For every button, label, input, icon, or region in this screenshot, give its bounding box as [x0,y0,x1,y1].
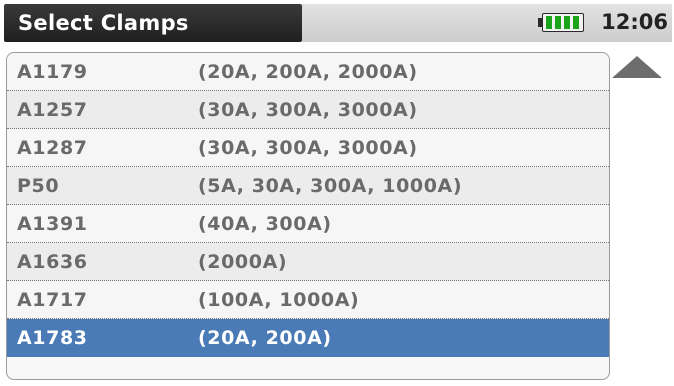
triangle-up-icon[interactable] [612,56,662,78]
battery-cell [564,16,570,29]
clamp-list-item[interactable]: A1636 (2000A) [7,243,609,281]
clamp-model: A1717 [17,289,88,311]
clamp-list-item[interactable]: A1717 (100A, 1000A) [7,281,609,319]
status-area: 12:06 [302,4,672,42]
battery-icon [538,13,586,32]
clamp-list-item[interactable]: A1391 (40A, 300A) [7,205,609,243]
clamp-ranges: (2000A) [198,251,288,273]
clamp-ranges: (20A, 200A, 2000A) [198,61,418,83]
battery-cell [573,16,579,29]
battery-cell [546,16,552,29]
clamp-ranges: (30A, 300A, 3000A) [198,99,418,121]
clamp-list-item-selected[interactable]: A1783 (20A, 200A) [7,319,609,357]
clamp-list-item[interactable]: A1287 (30A, 300A, 3000A) [7,129,609,167]
clamp-model: A1287 [17,137,88,159]
clamp-list[interactable]: A1179 (20A, 200A, 2000A) A1257 (30A, 300… [6,52,610,380]
clamp-ranges: (20A, 200A) [198,327,332,349]
title-bar: Select Clamps [4,4,302,42]
clamp-model: A1257 [17,99,88,121]
clamp-model: A1636 [17,251,88,273]
clamp-ranges: (40A, 300A) [198,213,332,235]
clamp-ranges: (30A, 300A, 3000A) [198,137,418,159]
clamp-list-item[interactable]: A1179 (20A, 200A, 2000A) [7,53,609,91]
clamp-model: A1179 [17,61,88,83]
clock: 12:06 [601,10,668,34]
status-header: Select Clamps 12:06 [0,0,674,44]
clamp-model: A1783 [17,327,88,349]
battery-body [542,13,584,32]
clamp-model: A1391 [17,213,88,235]
clamp-ranges: (100A, 1000A) [198,289,360,311]
battery-cell [555,16,561,29]
screen-title: Select Clamps [18,11,189,35]
clamp-list-item[interactable]: A1257 (30A, 300A, 3000A) [7,91,609,129]
clamp-model: P50 [17,175,60,197]
clamp-ranges: (5A, 30A, 300A, 1000A) [198,175,463,197]
clamp-list-item[interactable]: P50 (5A, 30A, 300A, 1000A) [7,167,609,205]
